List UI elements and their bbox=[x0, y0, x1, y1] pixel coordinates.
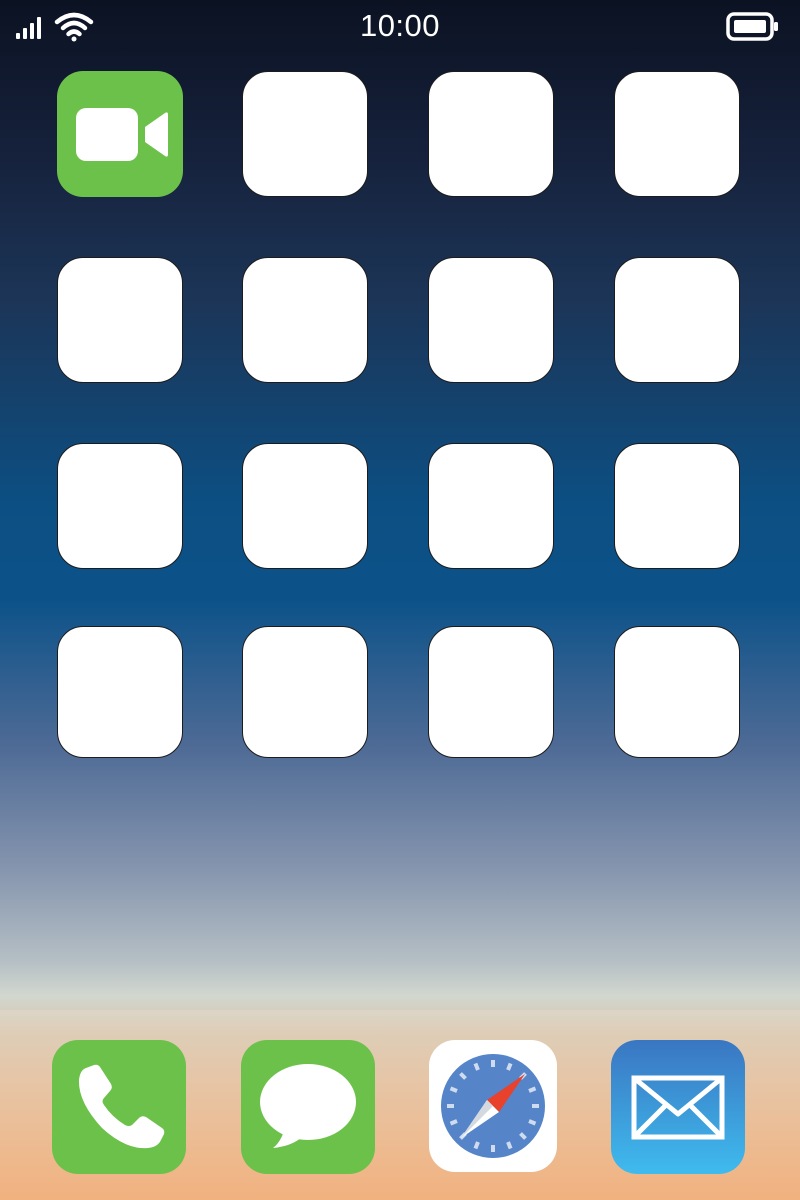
phone-app-icon[interactable] bbox=[52, 1040, 186, 1174]
messages-app-icon[interactable] bbox=[241, 1040, 375, 1174]
app-icon-4-1[interactable] bbox=[57, 626, 183, 758]
home-screen-grid bbox=[0, 0, 800, 800]
app-icon-1-2[interactable] bbox=[242, 71, 368, 197]
app-icon-1-4[interactable] bbox=[614, 71, 740, 197]
safari-app-icon[interactable] bbox=[429, 1040, 557, 1172]
facetime-video-icon bbox=[76, 108, 168, 161]
messages-bubble-icon bbox=[241, 1040, 375, 1174]
safari-compass-icon bbox=[429, 1040, 557, 1172]
mail-app-icon[interactable] bbox=[611, 1040, 745, 1174]
phone-icon bbox=[52, 1040, 186, 1174]
app-icon-3-2[interactable] bbox=[242, 443, 368, 569]
app-icon-3-3[interactable] bbox=[428, 443, 554, 569]
facetime-app-icon[interactable] bbox=[57, 71, 183, 197]
mail-envelope-icon bbox=[611, 1040, 745, 1174]
app-icon-3-1[interactable] bbox=[57, 443, 183, 569]
app-icon-3-4[interactable] bbox=[614, 443, 740, 569]
app-icon-2-2[interactable] bbox=[242, 257, 368, 383]
app-icon-1-3[interactable] bbox=[428, 71, 554, 197]
app-icon-4-4[interactable] bbox=[614, 626, 740, 758]
app-icon-4-2[interactable] bbox=[242, 626, 368, 758]
app-icon-2-1[interactable] bbox=[57, 257, 183, 383]
app-icon-2-3[interactable] bbox=[428, 257, 554, 383]
app-icon-2-4[interactable] bbox=[614, 257, 740, 383]
app-icon-4-3[interactable] bbox=[428, 626, 554, 758]
